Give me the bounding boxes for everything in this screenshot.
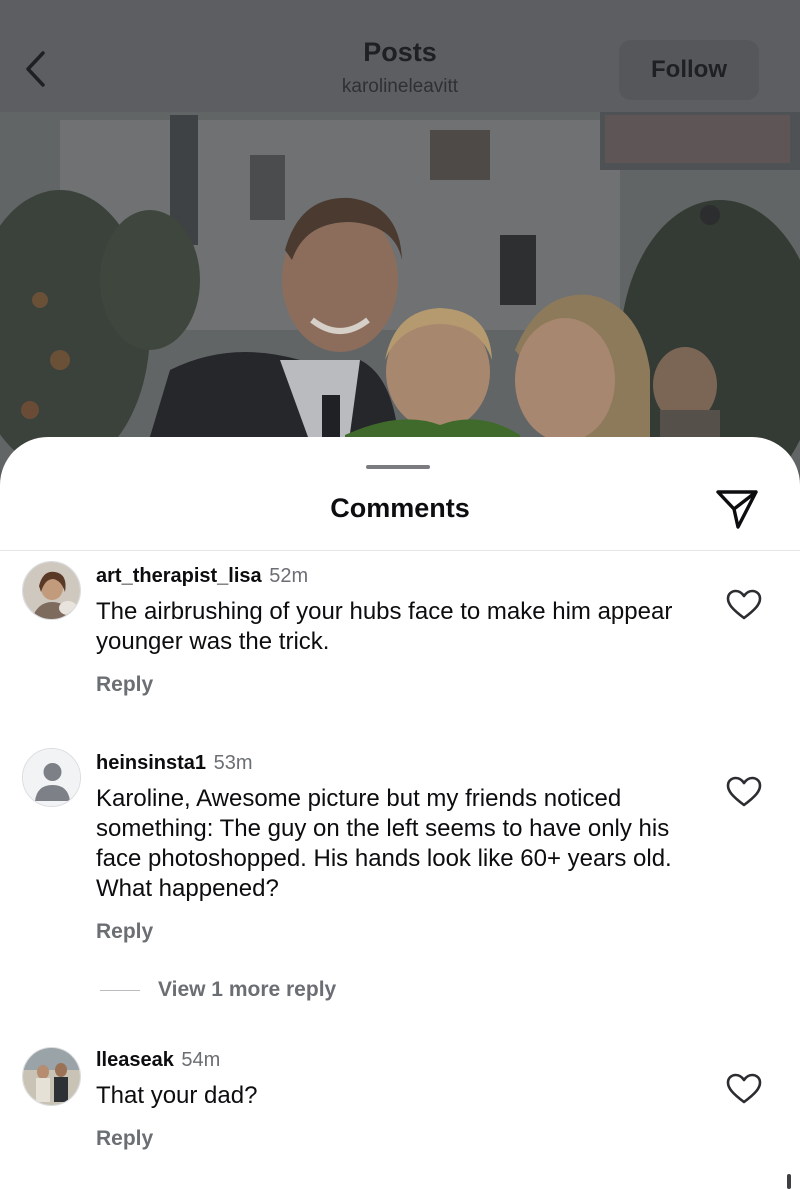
more-replies-label: View 1 more reply — [158, 978, 337, 1001]
like-button[interactable] — [726, 776, 762, 808]
reply-button[interactable]: Reply — [96, 1127, 153, 1151]
avatar[interactable] — [22, 1047, 81, 1106]
avatar[interactable] — [22, 561, 81, 620]
comment-header: heinsinsta1 53m — [96, 752, 253, 775]
default-avatar-icon — [23, 749, 80, 806]
sheet-divider — [0, 550, 800, 551]
comments-title: Comments — [330, 493, 470, 523]
comment-header: art_therapist_lisa 52m — [96, 565, 308, 588]
share-button[interactable] — [714, 487, 760, 531]
comment-text: Karoline, Awesome picture but my friends… — [96, 785, 672, 902]
reply-button[interactable]: Reply — [96, 673, 153, 697]
heart-outline-icon — [726, 1073, 762, 1104]
avatar-image — [23, 562, 80, 619]
post-photo-image — [0, 110, 800, 470]
avatar-image — [23, 1048, 80, 1105]
like-button[interactable] — [726, 1073, 762, 1105]
top-bar: Posts karolineleavitt Follow — [0, 0, 800, 112]
comment-time: 52m — [269, 565, 309, 587]
comment-time: 54m — [181, 1049, 221, 1071]
heart-outline-icon — [726, 589, 762, 620]
comments-sheet: Comments art_therapist_lisa 52m The airb… — [0, 437, 800, 1189]
comment-username[interactable]: art_therapist_lisa — [96, 565, 262, 587]
comment-username[interactable]: heinsinsta1 — [96, 752, 206, 774]
comment-header: lleaseak 54m — [96, 1049, 220, 1072]
comment-username[interactable]: lleaseak — [96, 1049, 174, 1071]
post-photo[interactable] — [0, 110, 800, 470]
avatar[interactable] — [22, 748, 81, 807]
reply-button[interactable]: Reply — [96, 920, 153, 944]
sheet-drag-handle[interactable] — [366, 465, 430, 469]
follow-button[interactable]: Follow — [619, 40, 759, 100]
comment-text: That your dad? — [96, 1082, 258, 1109]
comment-text: The airbrushing of your hubs face to mak… — [96, 598, 673, 655]
view-more-replies-button[interactable]: View 1 more reply — [100, 975, 336, 1005]
comment-time: 53m — [213, 752, 253, 774]
more-replies-line — [100, 989, 140, 991]
scrollbar[interactable] — [787, 1174, 791, 1189]
heart-outline-icon — [726, 776, 762, 807]
paper-plane-icon — [716, 490, 758, 529]
like-button[interactable] — [726, 589, 762, 621]
